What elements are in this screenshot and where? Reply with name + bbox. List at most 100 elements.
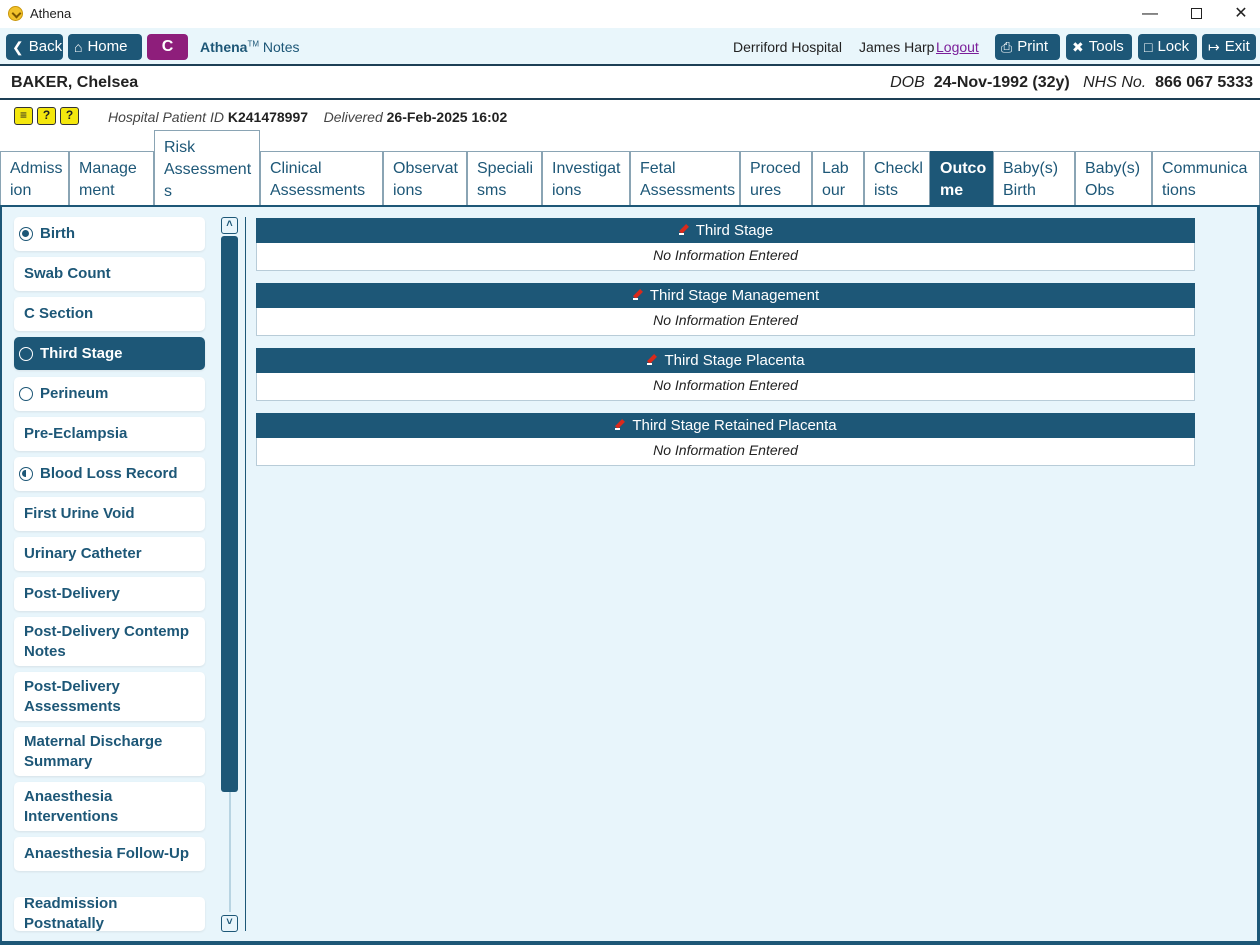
sidebar-item-label: Maternal Discharge Summary [24, 732, 163, 770]
section-body: No Information Entered [256, 308, 1195, 336]
sidebar-item-label: Blood Loss Record [40, 465, 178, 482]
tab-label-line: Admiss [10, 160, 63, 177]
tab-label-line: Fetal [640, 160, 676, 177]
edit-pen-icon[interactable] [678, 224, 690, 236]
sidebar-item-first-urine-void[interactable]: First Urine Void [14, 497, 205, 531]
sidebar-item-post-delivery-assessments[interactable]: Post-Delivery Assessments [14, 672, 205, 721]
tab-label-line: sms [477, 182, 507, 199]
tab-risk-assessments[interactable]: Risk Assessment s [154, 130, 260, 205]
tab-label-line: Communica [1162, 160, 1248, 177]
tab-label-line: Outco [940, 160, 987, 177]
sidebar-item-third-stage[interactable]: Third Stage [14, 337, 205, 370]
patient-name: BAKER, Chelsea [11, 74, 139, 91]
sidebar-item-label: Birth [40, 225, 75, 242]
tab-label-line: ment [79, 182, 115, 199]
print-label: Print [1017, 38, 1049, 55]
tab-label-line: Observat [393, 160, 458, 177]
tools-button[interactable]: ✖ Tools [1066, 34, 1132, 60]
header-divider [0, 64, 1260, 66]
section-title: Third Stage Retained Placenta [632, 417, 837, 434]
sidebar-item-label: Third Stage [40, 344, 123, 362]
hospital-id-label: Hospital Patient ID [108, 109, 224, 125]
window-title: Athena [30, 6, 72, 21]
section-header[interactable]: Third Stage Management [256, 283, 1195, 308]
tab-observations[interactable]: Observat ions [383, 151, 467, 205]
sidebar-item-c-section[interactable]: C Section [14, 297, 205, 331]
back-button[interactable]: ❮ Back [6, 34, 63, 60]
delivered-label: Delivered [323, 109, 383, 125]
scroll-up-button[interactable]: ˄ [221, 217, 238, 234]
tab-label-line: tions [1162, 182, 1196, 199]
tab-label-line: Speciali [477, 160, 534, 177]
home-button[interactable]: ⌂ Home [68, 34, 142, 60]
patient-identifiers: DOB 24-Nov-1992 (32y) NHS No. 866 067 53… [890, 74, 1253, 92]
tab-labour[interactable]: Lab our [812, 151, 864, 205]
logout-link[interactable]: Logout [936, 39, 979, 55]
sidebar-item-anaesthesia-follow-up[interactable]: Anaesthesia Follow-Up [14, 837, 205, 871]
edit-pen-icon[interactable] [646, 354, 658, 366]
c-badge-button[interactable]: C [147, 34, 188, 60]
sidebar-item-label: Post-Delivery [24, 585, 120, 602]
edit-pen-icon[interactable] [614, 419, 626, 431]
minimize-button[interactable]: — [1127, 0, 1173, 28]
tab-label-line: ions [393, 182, 423, 199]
sidebar-item-blood-loss-record[interactable]: Blood Loss Record [14, 457, 205, 491]
alert-icons: ≡ ? ? [14, 107, 79, 125]
user-name: James Harp [859, 39, 935, 55]
nhs-label: NHS No. [1083, 74, 1147, 91]
sidebar-item-pre-eclampsia[interactable]: Pre-Eclampsia [14, 417, 205, 451]
sidebar-item-post-delivery-contemp-notes[interactable]: Post-Delivery Contemp Notes [14, 617, 205, 666]
tab-label-line: Investigat [552, 160, 621, 177]
sidebar-item-label: Anaesthesia Interventions [24, 787, 119, 825]
scrollbar-thumb[interactable] [221, 236, 238, 792]
sidebar-item-post-delivery[interactable]: Post-Delivery [14, 577, 205, 611]
edit-pen-icon[interactable] [632, 289, 644, 301]
status-empty-icon [19, 387, 33, 401]
tab-management[interactable]: Manage ment [69, 151, 154, 205]
section-header[interactable]: Third Stage Placenta [256, 348, 1195, 373]
section-header[interactable]: Third Stage [256, 218, 1195, 243]
brand-title: AthenaTM Notes [200, 39, 299, 55]
close-button[interactable]: ✕ [1218, 0, 1260, 28]
sidebar-item-swab-count[interactable]: Swab Count [14, 257, 205, 291]
section-header[interactable]: Third Stage Retained Placenta [256, 413, 1195, 438]
tab-babys-birth[interactable]: Baby(s) Birth [993, 151, 1075, 205]
sidebar-item-maternal-discharge-summary[interactable]: Maternal Discharge Summary [14, 727, 205, 776]
scroll-down-button[interactable]: ˅ [221, 915, 238, 932]
question-icon[interactable]: ? [60, 107, 79, 125]
c-badge-label: C [161, 38, 174, 55]
sidebar-item-urinary-catheter[interactable]: Urinary Catheter [14, 537, 205, 571]
tab-outcome[interactable]: Outco me [930, 151, 993, 205]
tab-label-line: our [822, 182, 846, 199]
exit-button[interactable]: ↦ Exit [1202, 34, 1256, 60]
tab-communications[interactable]: Communica tions [1152, 151, 1260, 205]
tab-checklists[interactable]: Checkl ists [864, 151, 930, 205]
lock-button[interactable]: □ Lock [1138, 34, 1197, 60]
sidebar-item-readmission-postnatally[interactable]: Readmission Postnatally [14, 895, 205, 932]
question-icon[interactable]: ? [37, 107, 56, 125]
sidebar-item-anaesthesia-interventions[interactable]: Anaesthesia Interventions [14, 782, 205, 831]
tab-admission[interactable]: Admiss ion [0, 151, 69, 205]
tab-procedures[interactable]: Proced ures [740, 151, 812, 205]
tab-investigations[interactable]: Investigat ions [542, 151, 630, 205]
status-partial-icon [19, 467, 33, 481]
toolbar: ❮ Back ⌂ Home C AthenaTM Notes Derriford… [0, 28, 1260, 65]
tools-icon: ✖ [1072, 39, 1084, 55]
maximize-button[interactable] [1173, 0, 1219, 28]
tab-clinical-assessments[interactable]: Clinical Assessments [260, 151, 383, 205]
print-button[interactable]: ⎙ Print [995, 34, 1060, 60]
home-label: Home [87, 38, 128, 55]
dob-label: DOB [890, 74, 925, 91]
tab-label-line: ures [750, 182, 782, 199]
list-alert-icon[interactable]: ≡ [14, 107, 33, 125]
tab-babys-obs[interactable]: Baby(s) Obs [1075, 151, 1152, 205]
tab-fetal-assessments[interactable]: Fetal Assessments [630, 151, 740, 205]
lock-icon: □ [1144, 39, 1153, 55]
tab-label-line: ions [552, 182, 582, 199]
sidebar-item-label: Perineum [40, 385, 109, 402]
section-title: Third Stage Management [649, 287, 820, 304]
sidebar-item-birth[interactable]: Birth [14, 217, 205, 251]
section-third-stage-placenta: Third Stage Placenta No Information Ente… [256, 348, 1195, 401]
tab-specialisms[interactable]: Speciali sms [467, 151, 542, 205]
sidebar-item-perineum[interactable]: Perineum [14, 377, 205, 411]
